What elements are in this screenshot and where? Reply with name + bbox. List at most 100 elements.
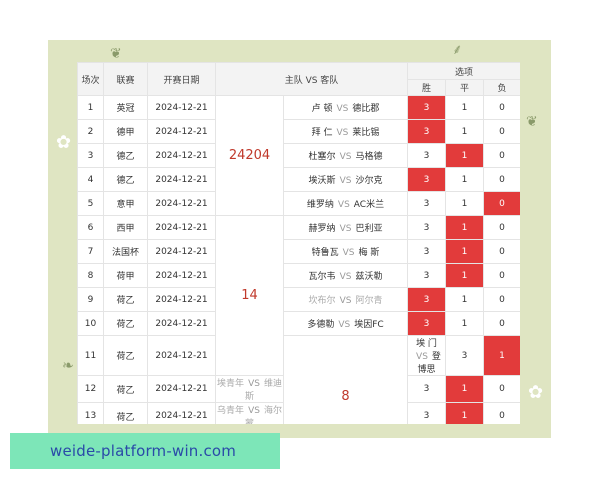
header-draw: 平 [445, 79, 484, 96]
odds-loss-cell: 0 [482, 311, 520, 336]
away-team: 梅 斯 [358, 248, 380, 258]
header-league: 联赛 [103, 62, 148, 96]
odds-loss-cell: 0 [482, 191, 520, 216]
odds-draw-cell: 1 [445, 375, 484, 403]
match-cell: 埃 门VS 登博思 [407, 335, 446, 376]
row-index: 11 [77, 335, 104, 376]
odds-loss-cell: 0 [482, 287, 520, 312]
vs-label: VS [337, 200, 350, 210]
table-row: 8 荷甲 2024-12-21 瓦尔韦 VS 兹沃勒 3 1 0 [77, 263, 520, 288]
vs-label: VS [248, 379, 260, 389]
lottery-table-card: 场次 联赛 开赛日期 主队 VS 客队 选项 胜 平 负 1 英冠 2024-12-… [77, 62, 520, 424]
home-team: 乌青年 [217, 406, 245, 416]
header-date: 开赛日期 [147, 62, 216, 96]
home-team: 埃青年 [217, 379, 245, 389]
row-index: 2 [77, 119, 104, 144]
issue-number: 14 [215, 215, 284, 376]
leaf-icon: ❦ [110, 46, 122, 62]
odds-loss-cell: 0 [482, 95, 520, 120]
row-league: 意甲 [103, 191, 148, 216]
odds-win-cell: 3 [407, 167, 446, 192]
row-date: 2024-12-21 [147, 311, 216, 336]
odds-win-cell: 3 [407, 263, 446, 288]
odds-draw-cell: 1 [445, 167, 484, 192]
row-index: 3 [77, 143, 104, 168]
away-team: 兹沃勒 [355, 272, 383, 282]
odds-win-cell: 3 [407, 95, 446, 120]
table-row: 3 德乙 2024-12-21 杜塞尔 VS 马格德 3 1 0 [77, 143, 520, 168]
vs-label: VS [339, 296, 352, 306]
odds-draw-cell: 1 [445, 239, 484, 264]
odds-draw-cell: 1 [445, 287, 484, 312]
row-index: 6 [77, 215, 104, 240]
row-league: 德甲 [103, 119, 148, 144]
row-date: 2024-12-21 [147, 375, 216, 403]
home-team: 多德勒 [307, 320, 335, 330]
table-row: 1 英冠 2024-12-21 24204 卢 顿 VS 德比郡 3 1 0 [77, 95, 520, 216]
odds-draw-cell: 1 [482, 335, 520, 376]
issue-number: 8 [283, 335, 408, 424]
home-team: 卢 顿 [311, 104, 333, 114]
odds-win-cell: 3 [407, 287, 446, 312]
vs-label: VS [342, 248, 355, 258]
row-league: 荷乙 [103, 287, 148, 312]
match-cell: 乌青年 VS 海尔蒙 [215, 402, 284, 424]
away-team: 阿尔青 [355, 296, 383, 306]
sprig-icon: ⸙ [452, 42, 463, 58]
away-team: 德比郡 [352, 104, 380, 114]
home-team: 特鲁瓦 [311, 248, 339, 258]
match-cell: 特鲁瓦 VS 梅 斯 [283, 239, 408, 264]
row-index: 5 [77, 191, 104, 216]
vs-label: VS [339, 176, 352, 186]
table-row: 2 德甲 2024-12-21 拜 仁 VS 莱比锡 3 1 0 [77, 119, 520, 144]
header-win: 胜 [407, 79, 446, 96]
flower-icon: ✿ [528, 382, 544, 403]
match-cell: 埃青年 VS 维迪斯 [215, 375, 284, 403]
vs-label: VS [339, 224, 352, 234]
banner-text: weide-platform-win.com [50, 442, 237, 460]
row-date: 2024-12-21 [147, 191, 216, 216]
table-row: 4 德乙 2024-12-21 埃沃斯 VS 沙尔克 3 1 0 [77, 167, 520, 192]
home-team: 赫罗纳 [308, 224, 336, 234]
away-team: 马格德 [355, 152, 383, 162]
odds-draw-cell: 1 [445, 215, 484, 240]
row-date: 2024-12-21 [147, 402, 216, 424]
row-date: 2024-12-21 [147, 215, 216, 240]
row-league: 德乙 [103, 143, 148, 168]
row-league: 荷乙 [103, 402, 148, 424]
row-index: 4 [77, 167, 104, 192]
row-date: 2024-12-21 [147, 263, 216, 288]
odds-draw-cell: 1 [445, 263, 484, 288]
row-league: 英冠 [103, 95, 148, 120]
row-league: 荷乙 [103, 311, 148, 336]
match-cell: 多德勒 VS 埃因FC [283, 311, 408, 336]
odds-win-cell: 3 [407, 402, 446, 424]
row-league: 德乙 [103, 167, 148, 192]
home-team: 瓦尔韦 [308, 272, 336, 282]
match-cell: 埃沃斯 VS 沙尔克 [283, 167, 408, 192]
odds-loss-cell: 0 [482, 375, 520, 403]
match-table: 场次 联赛 开赛日期 主队 VS 客队 选项 胜 平 负 1 英冠 2024-12-… [77, 62, 520, 424]
vs-label: VS [339, 152, 352, 162]
row-league: 西甲 [103, 215, 148, 240]
vs-label: VS [416, 352, 428, 362]
row-index: 13 [77, 402, 104, 424]
away-team: 埃因FC [354, 320, 384, 330]
match-cell: 拜 仁 VS 莱比锡 [283, 119, 408, 144]
match-rows: 1 英冠 2024-12-21 24204 卢 顿 VS 德比郡 3 1 0 2 德甲 2024-12-… [77, 95, 520, 424]
row-index: 1 [77, 95, 104, 120]
home-team: 埃沃斯 [308, 176, 336, 186]
match-cell: 杜塞尔 VS 马格德 [283, 143, 408, 168]
table-row: 7 法国杯 2024-12-21 特鲁瓦 VS 梅 斯310 [77, 239, 520, 264]
home-team: 维罗纳 [306, 200, 334, 210]
row-date: 2024-12-21 [147, 335, 216, 376]
vs-label: VS [338, 320, 351, 330]
odds-loss-cell: 0 [482, 119, 520, 144]
vs-label: VS [248, 406, 260, 416]
odds-win-cell: 3 [407, 143, 446, 168]
row-date: 2024-12-21 [147, 95, 216, 120]
row-index: 12 [77, 375, 104, 403]
odds-loss-cell: 0 [482, 239, 520, 264]
vs-label: VS [336, 128, 349, 138]
odds-loss-cell: 0 [482, 143, 520, 168]
